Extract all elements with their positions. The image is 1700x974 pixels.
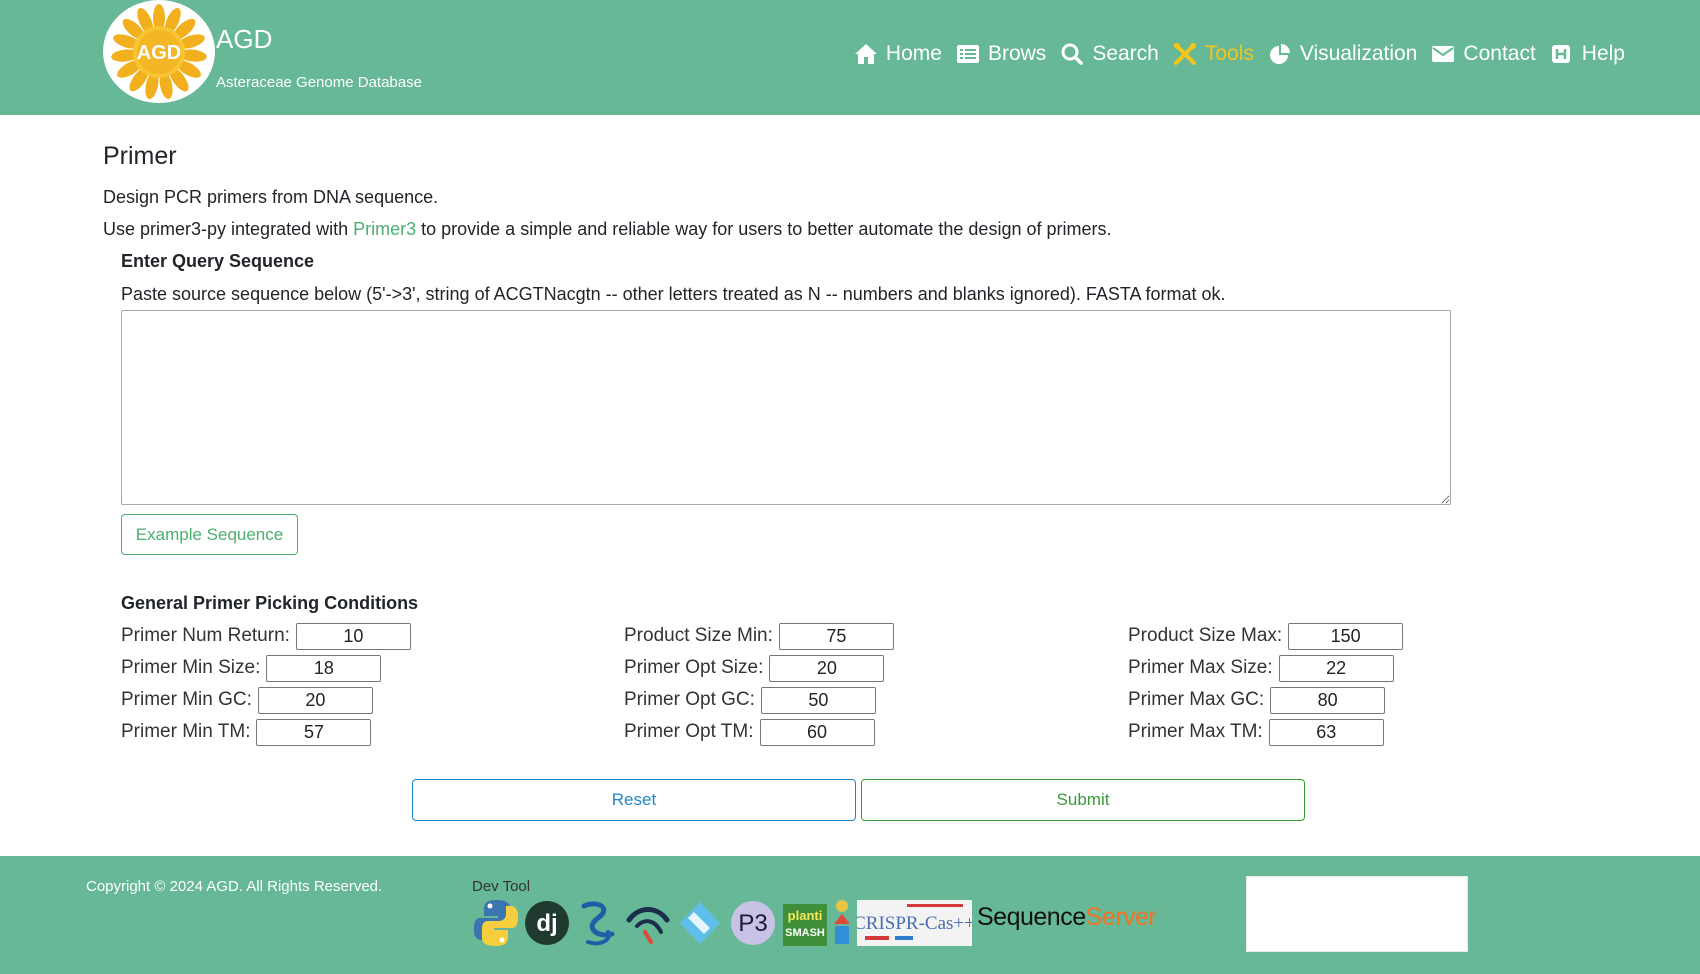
nav-visualization-label: Visualization: [1299, 42, 1418, 65]
param-min-gc: Primer Min GC:: [121, 686, 373, 714]
param-opt-gc-label: Primer Opt GC:: [624, 689, 755, 710]
nav-tools[interactable]: Tools: [1173, 42, 1254, 66]
python-logo-icon[interactable]: [472, 898, 520, 948]
django-logo-icon[interactable]: dj: [524, 900, 570, 950]
nav-brows[interactable]: Brows: [956, 42, 1046, 66]
max-gc-input[interactable]: [1270, 686, 1386, 714]
svg-text:dj: dj: [536, 910, 557, 937]
sequence-textarea[interactable]: [121, 310, 1451, 505]
product-size-min-input[interactable]: [778, 622, 894, 650]
sunflower-icon: AGD: [111, 4, 207, 100]
param-max-size: Primer Max Size:: [1128, 654, 1394, 682]
param-product-size-max: Product Size Max:: [1128, 622, 1404, 650]
page-title: Primer: [103, 142, 177, 170]
page-description: Design PCR primers from DNA sequence.: [103, 187, 439, 207]
envelope-icon: [1432, 46, 1455, 62]
param-max-tm: Primer Max TM:: [1128, 718, 1384, 746]
helix-logo-icon[interactable]: [578, 898, 618, 948]
nav-contact[interactable]: Contact: [1431, 42, 1536, 66]
svg-text:SMASH: SMASH: [785, 927, 825, 939]
query-section-title: Enter Query Sequence: [121, 251, 315, 271]
submit-button[interactable]: Submit: [861, 779, 1305, 821]
diamond-logo-icon[interactable]: [676, 898, 724, 948]
nav-home-label: Home: [885, 42, 942, 65]
nav-brows-label: Brows: [987, 42, 1047, 65]
search-icon: [1061, 43, 1084, 65]
param-num-return: Primer Num Return:: [121, 622, 411, 650]
nav-tools-label: Tools: [1204, 42, 1254, 65]
min-gc-input[interactable]: [257, 686, 373, 714]
svg-text:P3: P3: [738, 910, 767, 937]
dev-tool-label: Dev Tool: [472, 878, 531, 895]
svg-text:AGD: AGD: [137, 42, 181, 64]
svg-text:planti: planti: [788, 908, 823, 923]
param-opt-tm-label: Primer Opt TM:: [624, 721, 754, 742]
arc-logo-icon[interactable]: [625, 898, 671, 948]
sequenceserver-logo[interactable]: SequenceServer: [977, 903, 1157, 932]
product-size-max-input[interactable]: [1288, 622, 1404, 650]
nav-visualization[interactable]: Visualization: [1268, 42, 1418, 66]
nav-help-label: Help: [1581, 42, 1625, 65]
nav-search[interactable]: Search: [1060, 42, 1159, 66]
param-product-size-max-label: Product Size Max:: [1128, 625, 1283, 646]
sequenceserver-b: Server: [1085, 903, 1157, 931]
param-product-size-min: Product Size Min:: [624, 622, 894, 650]
nav-help[interactable]: Help: [1550, 42, 1625, 66]
param-product-size-min-label: Product Size Min:: [624, 625, 773, 646]
param-min-tm-label: Primer Min TM:: [121, 721, 251, 742]
min-tm-input[interactable]: [256, 718, 372, 746]
reset-button[interactable]: Reset: [412, 779, 856, 821]
home-icon: [854, 44, 877, 64]
nav-home[interactable]: Home: [854, 42, 942, 66]
nav-contact-label: Contact: [1463, 42, 1536, 65]
param-num-return-label: Primer Num Return:: [121, 625, 290, 646]
p3-logo-icon[interactable]: P3: [730, 900, 776, 950]
usage-prefix: Use primer3-py integrated with: [103, 219, 354, 239]
param-opt-gc: Primer Opt GC:: [624, 686, 876, 714]
list-icon: [956, 45, 979, 63]
param-min-tm: Primer Min TM:: [121, 718, 372, 746]
min-size-input[interactable]: [266, 654, 382, 682]
param-min-size-label: Primer Min Size:: [121, 657, 261, 678]
pie-chart-icon: [1269, 44, 1290, 64]
param-max-size-label: Primer Max Size:: [1128, 657, 1273, 678]
conditions-section-title: General Primer Picking Conditions: [121, 593, 419, 613]
usage-text: Use primer3-py integrated with Primer3 t…: [103, 219, 1111, 240]
param-max-gc: Primer Max GC:: [1128, 686, 1386, 714]
primer3-link[interactable]: Primer3: [353, 219, 416, 239]
site-footer: Copyright © 2024 AGD. All Rights Reserve…: [0, 856, 1700, 974]
query-hint: Paste source sequence below (5'->3', str…: [121, 284, 1226, 304]
nav-search-label: Search: [1092, 42, 1159, 65]
param-opt-size: Primer Opt Size:: [624, 654, 885, 682]
plantismash-logo-icon[interactable]: planti SMASH: [783, 904, 827, 954]
example-sequence-button[interactable]: Example Sequence: [121, 514, 298, 555]
visitor-widget: [1246, 876, 1468, 952]
help-icon: [1551, 45, 1570, 63]
main-nav: Home Brows Search Tools Visualization Co…: [840, 38, 1625, 70]
usage-suffix: to provide a simple and reliable way for…: [416, 219, 1112, 239]
brand-subtitle: Asteraceae Genome Database: [216, 74, 422, 91]
site-header: AGD AGD Asteraceae Genome Database Home …: [0, 0, 1700, 115]
num-return-input[interactable]: [295, 622, 411, 650]
param-max-tm-label: Primer Max TM:: [1128, 721, 1263, 742]
svg-text:CRISPR-Cas++: CRISPR-Cas++: [857, 913, 972, 934]
sunflower-logo[interactable]: AGD: [103, 0, 215, 103]
opt-gc-input[interactable]: [760, 686, 876, 714]
param-opt-size-label: Primer Opt Size:: [624, 657, 764, 678]
person-logo-icon[interactable]: [832, 898, 852, 948]
max-size-input[interactable]: [1278, 654, 1394, 682]
param-opt-tm: Primer Opt TM:: [624, 718, 875, 746]
tools-icon: [1173, 43, 1196, 65]
sequenceserver-a: Sequence: [977, 903, 1086, 931]
crispr-cas-logo-icon[interactable]: CRISPR-Cas++: [857, 900, 972, 950]
opt-size-input[interactable]: [769, 654, 885, 682]
copyright-text: Copyright © 2024 AGD. All Rights Reserve…: [86, 878, 383, 895]
max-tm-input[interactable]: [1268, 718, 1384, 746]
param-min-size: Primer Min Size:: [121, 654, 382, 682]
param-min-gc-label: Primer Min GC:: [121, 689, 252, 710]
opt-tm-input[interactable]: [759, 718, 875, 746]
param-max-gc-label: Primer Max GC:: [1128, 689, 1265, 710]
brand-title[interactable]: AGD: [216, 24, 272, 55]
